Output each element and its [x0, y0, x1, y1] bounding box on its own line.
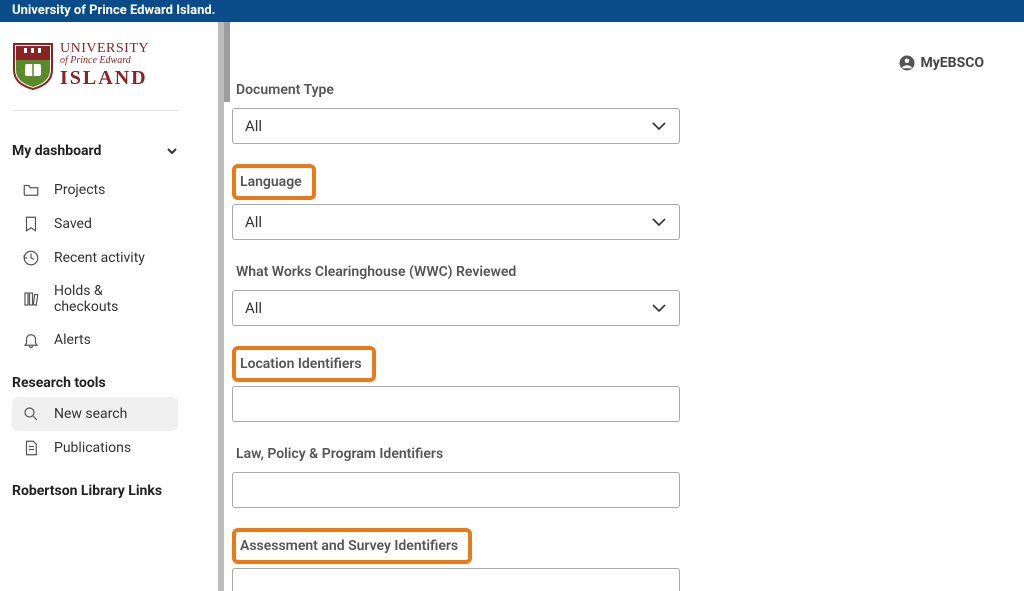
- search-icon: [22, 405, 40, 423]
- sidebar: UNIVERSITY of Prince Edward ISLAND My da…: [0, 22, 190, 591]
- bookmark-icon: [22, 215, 40, 233]
- sidebar-item-label: Publications: [54, 440, 131, 456]
- history-icon: [22, 249, 40, 267]
- my-dashboard-toggle[interactable]: My dashboard: [12, 135, 178, 167]
- select-wwc[interactable]: All: [232, 290, 680, 326]
- bell-icon: [22, 331, 40, 349]
- label-language: Language: [232, 164, 316, 200]
- myebsco-label: MyEBSCO: [920, 55, 984, 71]
- my-dashboard-label: My dashboard: [12, 143, 101, 159]
- select-value: All: [245, 213, 262, 231]
- research-tools-heading: Research tools: [12, 375, 178, 391]
- sidebar-item-holds-checkouts[interactable]: Holds & checkouts: [12, 275, 178, 323]
- chevron-down-icon: [651, 214, 667, 230]
- robertson-library-links-heading: Robertson Library Links: [12, 483, 178, 500]
- label-law-policy: Law, Policy & Program Identifiers: [232, 442, 447, 466]
- label-assessment: Assessment and Survey Identifiers: [232, 528, 472, 564]
- header-title: University of Prince Edward Island.: [12, 3, 215, 18]
- select-language[interactable]: All: [232, 204, 680, 240]
- sidebar-item-projects[interactable]: Projects: [12, 173, 178, 207]
- sidebar-item-label: Saved: [54, 216, 92, 232]
- sidebar-item-new-search[interactable]: New search: [12, 397, 178, 431]
- input-law-policy[interactable]: [232, 472, 680, 508]
- field-document-type: Document Type All: [232, 78, 680, 144]
- label-location-identifiers: Location Identifiers: [232, 346, 376, 382]
- chevron-down-icon: [651, 118, 667, 134]
- select-document-type[interactable]: All: [232, 108, 680, 144]
- sidebar-item-label: New search: [54, 406, 127, 422]
- field-language: Language All: [232, 164, 680, 240]
- input-location-identifiers[interactable]: [232, 386, 680, 422]
- sidebar-item-label: Recent activity: [54, 250, 145, 266]
- books-icon: [22, 290, 40, 308]
- label-document-type: Document Type: [232, 78, 338, 102]
- research-tools-nav: New search Publications: [12, 397, 178, 465]
- institution-logo: UNIVERSITY of Prince Edward ISLAND: [12, 40, 178, 111]
- label-wwc: What Works Clearinghouse (WWC) Reviewed: [232, 260, 520, 284]
- folder-icon: [22, 181, 40, 199]
- advanced-search-form: Document Type All Language All What Work…: [232, 78, 680, 591]
- myebsco-link[interactable]: MyEBSCO: [898, 54, 984, 72]
- shield-icon: [12, 40, 54, 90]
- main-content: MyEBSCO Document Type All Language All: [190, 22, 1024, 591]
- user-icon: [898, 54, 916, 72]
- header-bar: University of Prince Edward Island.: [0, 0, 1024, 22]
- sidebar-item-publications[interactable]: Publications: [12, 431, 178, 465]
- chevron-down-icon: [651, 300, 667, 316]
- scrollbar-thumb[interactable]: [224, 22, 230, 102]
- field-law-policy: Law, Policy & Program Identifiers: [232, 442, 680, 508]
- select-value: All: [245, 299, 262, 317]
- field-wwc: What Works Clearinghouse (WWC) Reviewed …: [232, 260, 680, 326]
- sidebar-item-label: Projects: [54, 182, 105, 198]
- sidebar-item-label: Alerts: [54, 332, 91, 348]
- dashboard-nav: Projects Saved Recent activity Holds & c…: [12, 173, 178, 357]
- sidebar-item-label: Holds & checkouts: [54, 283, 168, 315]
- input-assessment[interactable]: [232, 568, 680, 591]
- field-assessment: Assessment and Survey Identifiers: [232, 528, 680, 591]
- select-value: All: [245, 117, 262, 135]
- chevron-down-icon: [166, 145, 178, 157]
- sidebar-item-recent-activity[interactable]: Recent activity: [12, 241, 178, 275]
- sidebar-item-saved[interactable]: Saved: [12, 207, 178, 241]
- logo-text: UNIVERSITY of Prince Edward ISLAND: [60, 42, 149, 88]
- document-icon: [22, 439, 40, 457]
- sidebar-item-alerts[interactable]: Alerts: [12, 323, 178, 357]
- field-location-identifiers: Location Identifiers: [232, 346, 680, 422]
